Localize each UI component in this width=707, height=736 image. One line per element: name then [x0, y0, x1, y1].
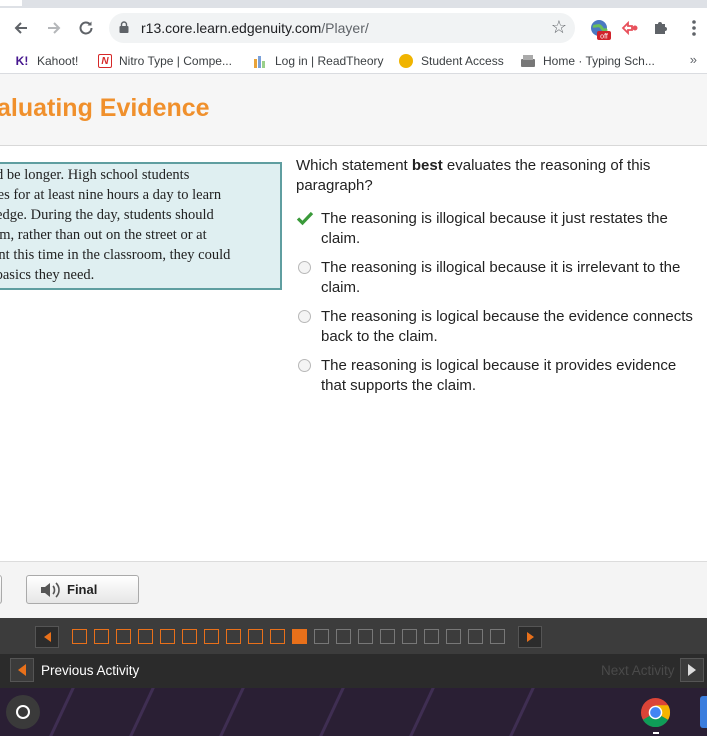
final-button[interactable]: Final — [26, 575, 139, 604]
activity-content: ld be longer. High school students ses f… — [0, 147, 707, 561]
activity-footer: Final — [0, 561, 707, 618]
progress-square[interactable] — [358, 629, 373, 644]
answer-option-4[interactable]: The reasoning is logical because it prov… — [296, 356, 696, 405]
running-indicator — [653, 732, 659, 734]
progress-square[interactable] — [94, 629, 109, 644]
bookmark-readtheory[interactable]: Log in | ReadTheory — [252, 52, 384, 70]
speaker-icon — [41, 581, 60, 598]
lock-icon — [119, 21, 129, 33]
bookmark-label: Student Access — [421, 54, 504, 68]
radio-button[interactable] — [298, 261, 311, 274]
activity-nav-bar: Previous Activity Next Activity — [0, 654, 707, 688]
question-emphasis: best — [411, 157, 443, 174]
browser-tabstrip — [0, 0, 707, 8]
right-arrow-icon — [688, 664, 696, 676]
passage-line: basics they need. — [0, 267, 95, 283]
extensions-puzzle-icon[interactable] — [651, 18, 671, 38]
bookmark-label: Home · Typing Sch... — [543, 54, 655, 68]
passage-line: ses for at least nine hours a day to lea… — [0, 187, 222, 203]
checkmark-icon — [296, 211, 314, 226]
answer-option-text: The reasoning is illogical because it ju… — [321, 210, 668, 247]
progress-strip — [0, 618, 707, 654]
progress-square[interactable] — [72, 629, 87, 644]
back-arrow-icon[interactable] — [9, 16, 33, 40]
progress-square[interactable] — [138, 629, 153, 644]
answer-option-3[interactable]: The reasoning is logical because the evi… — [296, 307, 696, 356]
bookmark-label: Log in | ReadTheory — [275, 54, 384, 68]
bookmark-label: Nitro Type | Compe... — [119, 54, 232, 68]
nitro-type-icon: N — [98, 54, 112, 68]
typing-icon — [520, 53, 536, 69]
progress-next-icon[interactable] — [518, 626, 542, 648]
forward-arrow-icon[interactable] — [42, 16, 66, 40]
bookmark-nitro-type[interactable]: N Nitro Type | Compe... — [98, 52, 232, 70]
passage-line: om, rather than out on the street or at — [0, 227, 207, 243]
bookmark-star-icon[interactable]: ☆ — [551, 17, 567, 38]
bookmark-typing[interactable]: Home · Typing Sch... — [520, 52, 655, 70]
browser-menu-icon[interactable] — [684, 18, 704, 38]
progress-square[interactable] — [380, 629, 395, 644]
answer-option-2[interactable]: The reasoning is illogical because it is… — [296, 258, 696, 307]
final-button-label: Final — [67, 582, 98, 597]
chrome-icon[interactable] — [640, 697, 671, 728]
progress-square[interactable] — [116, 629, 131, 644]
answer-option-text: The reasoning is illogical because it is… — [321, 259, 681, 296]
previous-activity-label[interactable]: Previous Activity — [41, 663, 139, 678]
page-title: aluating Evidence — [0, 94, 210, 122]
progress-square[interactable] — [402, 629, 417, 644]
radio-button[interactable] — [298, 310, 311, 323]
progress-square[interactable] — [314, 629, 329, 644]
bookmark-kahoot[interactable]: K! Kahoot! — [14, 52, 79, 70]
progress-square-current[interactable] — [292, 629, 307, 644]
progress-square[interactable] — [182, 629, 197, 644]
bookmark-label: Kahoot! — [37, 54, 79, 68]
answer-option-text: The reasoning is logical because it prov… — [321, 357, 677, 394]
shelf-app-icon[interactable] — [700, 696, 707, 728]
partial-button[interactable] — [0, 575, 2, 604]
progress-square[interactable] — [490, 629, 505, 644]
progress-square[interactable] — [248, 629, 263, 644]
lesson-header: aluating Evidence — [0, 74, 707, 146]
launcher-circle-icon — [16, 705, 30, 719]
progress-square[interactable] — [226, 629, 241, 644]
extension-globe-icon[interactable]: off — [589, 18, 611, 41]
next-activity-button[interactable] — [680, 658, 704, 682]
answer-option-text: The reasoning is logical because the evi… — [321, 308, 693, 345]
progress-square[interactable] — [446, 629, 461, 644]
question-text: Which statement — [296, 157, 412, 174]
progress-square[interactable] — [336, 629, 351, 644]
kahoot-icon: K! — [15, 54, 29, 68]
svg-text:off: off — [600, 34, 608, 41]
student-access-icon — [398, 53, 414, 69]
previous-activity-button[interactable] — [10, 658, 34, 682]
progress-square[interactable] — [204, 629, 219, 644]
readtheory-icon — [252, 53, 268, 69]
progress-prev-icon[interactable] — [35, 626, 59, 648]
progress-square[interactable] — [270, 629, 285, 644]
extension-share-icon[interactable] — [620, 18, 640, 38]
answer-options: The reasoning is illogical because it ju… — [296, 209, 696, 405]
answer-option-1[interactable]: The reasoning is illogical because it ju… — [296, 209, 696, 258]
radio-button[interactable] — [298, 359, 311, 372]
passage-line: ledge. During the day, students should — [0, 207, 214, 223]
browser-tab[interactable] — [0, 0, 22, 6]
launcher-button[interactable] — [6, 695, 40, 729]
bookmark-student-access[interactable]: Student Access — [398, 52, 504, 70]
progress-square[interactable] — [468, 629, 483, 644]
bookmarks-overflow-icon[interactable]: » — [690, 52, 697, 67]
left-arrow-icon — [18, 664, 26, 676]
next-activity-label: Next Activity — [601, 663, 675, 678]
question-prompt: Which statement best evaluates the reaso… — [296, 156, 696, 196]
progress-square[interactable] — [160, 629, 175, 644]
progress-square[interactable] — [424, 629, 439, 644]
bookmarks-bar: K! Kahoot! N Nitro Type | Compe... Log i… — [0, 48, 707, 74]
passage-box: ld be longer. High school students ses f… — [0, 162, 282, 290]
address-bar[interactable]: r13.core.learn.edgenuity.com/Player/ ☆ — [109, 13, 575, 43]
url-text: r13.core.learn.edgenuity.com/Player/ — [141, 20, 369, 36]
passage-line: ld be longer. High school students — [0, 167, 190, 183]
reload-icon[interactable] — [74, 16, 98, 40]
browser-toolbar: r13.core.learn.edgenuity.com/Player/ ☆ o… — [0, 8, 707, 48]
os-taskbar — [0, 688, 707, 736]
passage-line: ent this time in the classroom, they cou… — [0, 247, 231, 263]
